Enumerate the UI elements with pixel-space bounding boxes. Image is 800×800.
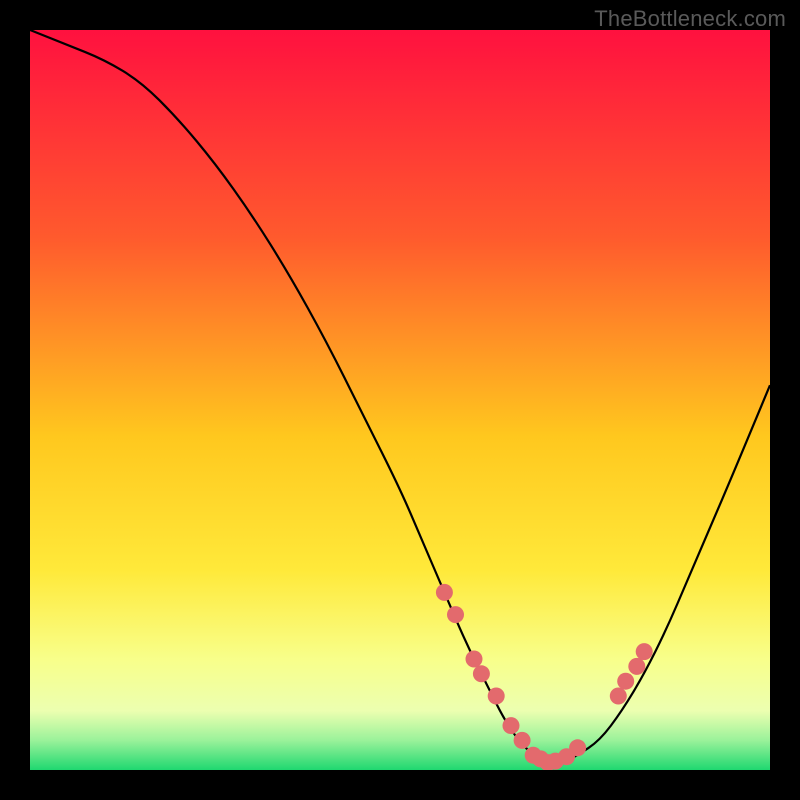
curve-marker <box>473 665 490 682</box>
curve-marker <box>636 643 653 660</box>
curve-marker <box>488 688 505 705</box>
curve-marker <box>503 717 520 734</box>
curve-marker <box>436 584 453 601</box>
curve-marker <box>610 688 627 705</box>
chart-svg <box>30 30 770 770</box>
chart-frame: TheBottleneck.com <box>0 0 800 800</box>
plot-area <box>30 30 770 770</box>
curve-marker <box>628 658 645 675</box>
curve-marker <box>447 606 464 623</box>
curve-marker <box>514 732 531 749</box>
gradient-background <box>30 30 770 770</box>
watermark-text: TheBottleneck.com <box>594 6 786 32</box>
curve-marker <box>466 651 483 668</box>
curve-marker <box>569 739 586 756</box>
curve-marker <box>617 673 634 690</box>
